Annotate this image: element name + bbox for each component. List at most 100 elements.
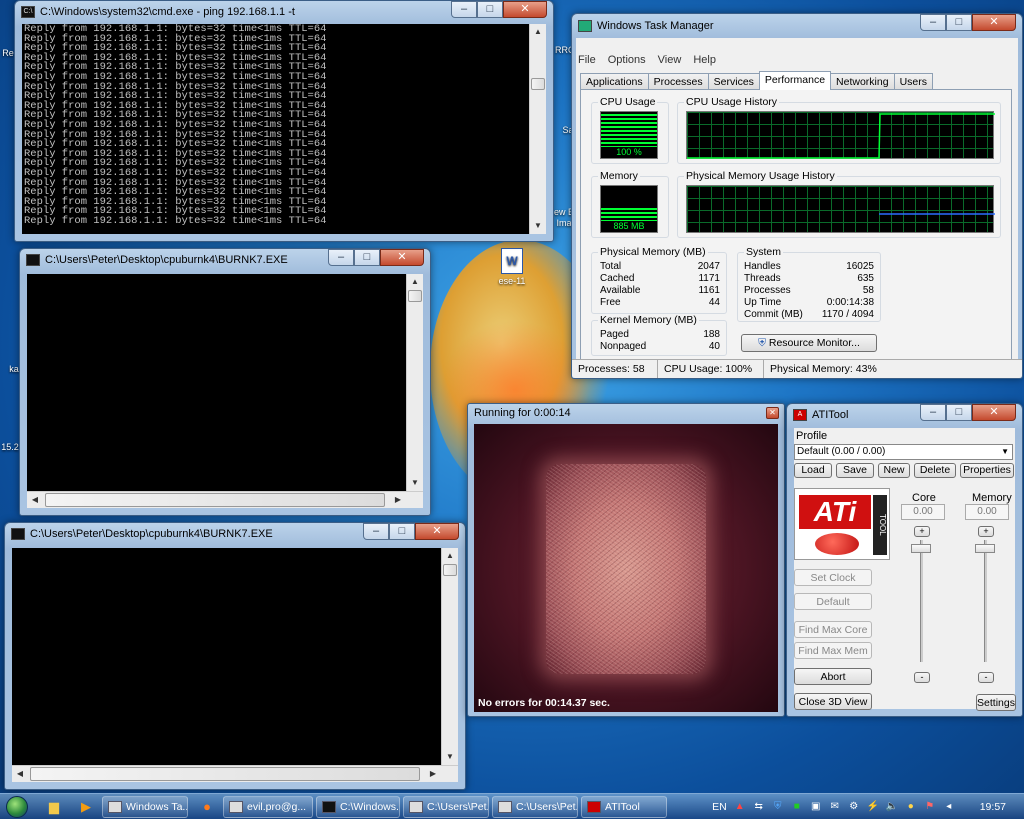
flag-icon[interactable]: ⚑ — [924, 801, 936, 813]
maximize-button[interactable]: □ — [946, 14, 972, 31]
memory-increase-button[interactable]: + — [978, 526, 994, 537]
shield-tray-icon[interactable]: ⛨ — [772, 801, 784, 813]
minimize-button[interactable]: ‒ — [920, 404, 946, 421]
chat-icon[interactable]: ✉ — [829, 801, 841, 813]
scroll-down-icon[interactable]: ▼ — [530, 218, 546, 234]
firefox-icon[interactable]: ● — [197, 797, 217, 817]
maximize-button[interactable]: □ — [477, 1, 503, 18]
notification-icon[interactable]: ● — [905, 801, 917, 813]
render-window[interactable]: Running for 0:00:14 ✕ No errors for 00:1… — [467, 403, 785, 717]
scrollbar-thumb[interactable] — [443, 564, 457, 576]
scroll-down-icon[interactable]: ▼ — [407, 475, 423, 491]
settings-button[interactable]: Settings — [976, 694, 1016, 711]
scroll-left-icon[interactable]: ◀ — [12, 766, 28, 782]
atitool-window[interactable]: A ATITool ‒ □ ✕ Profile Default (0.00 / … — [786, 403, 1023, 717]
find-max-mem-button[interactable]: Find Max Mem — [794, 642, 872, 659]
taskbar-item-task-manager[interactable]: Windows Ta... — [102, 795, 188, 818]
desktop-icon-top-left[interactable]: Re — [2, 48, 14, 58]
vertical-scrollbar[interactable]: ▲ ▼ — [529, 24, 546, 234]
sync-icon[interactable]: ⇆ — [753, 801, 765, 813]
scroll-down-icon[interactable]: ▼ — [442, 749, 458, 765]
memory-slider-track[interactable] — [984, 540, 987, 662]
close-button[interactable]: ✕ — [415, 523, 459, 540]
green-status-icon[interactable]: ■ — [791, 801, 803, 813]
scrollbar-thumb[interactable] — [531, 78, 545, 90]
cmd-window[interactable]: C:\ C:\Windows\system32\cmd.exe - ping 1… — [14, 0, 554, 242]
menu-help[interactable]: Help — [693, 54, 716, 66]
minimize-button[interactable]: ‒ — [328, 249, 354, 266]
task-manager-window[interactable]: Windows Task Manager ‒ □ ✕ File Options … — [571, 13, 1023, 379]
memory-decrease-button[interactable]: - — [978, 672, 994, 683]
menu-file[interactable]: File — [578, 54, 596, 66]
memory-clock-field[interactable]: 0.00 — [965, 504, 1009, 520]
burnk7-window-1[interactable]: C:\Users\Peter\Desktop\cpuburnk4\BURNK7.… — [19, 248, 431, 516]
tab-users[interactable]: Users — [893, 73, 933, 90]
core-decrease-button[interactable]: - — [914, 672, 930, 683]
menu-options[interactable]: Options — [608, 54, 646, 66]
burnk7-console[interactable]: ▲ ▼ ◀ ▶ — [12, 548, 458, 782]
speaker-mute-icon[interactable]: ◂ — [943, 801, 955, 813]
menu-view[interactable]: View — [658, 54, 682, 66]
taskbar-item-atitool[interactable]: ATITool — [581, 795, 667, 818]
profile-select[interactable]: Default (0.00 / 0.00) ▼ — [794, 444, 1013, 460]
delete-button[interactable]: Delete — [914, 463, 956, 478]
tab-networking[interactable]: Networking — [830, 73, 895, 90]
vertical-scrollbar[interactable]: ▲ ▼ — [406, 274, 423, 491]
minimize-button[interactable]: ‒ — [920, 14, 946, 31]
save-button[interactable]: Save — [836, 463, 874, 478]
media-player-icon[interactable]: ▶ — [76, 797, 96, 817]
network-icon[interactable]: ▣ — [810, 801, 822, 813]
taskbar-item-burnk7-1[interactable]: C:\Users\Pet... — [403, 795, 489, 818]
settings-tray-icon[interactable]: ⚙ — [848, 801, 860, 813]
core-slider-thumb[interactable] — [911, 544, 931, 553]
close-button[interactable]: ✕ — [503, 1, 547, 18]
scroll-up-icon[interactable]: ▲ — [442, 548, 458, 564]
close-button[interactable]: ✕ — [766, 407, 779, 419]
scroll-up-icon[interactable]: ▲ — [407, 274, 423, 290]
close-button[interactable]: ✕ — [972, 14, 1016, 31]
vertical-scrollbar[interactable]: ▲ ▼ — [441, 548, 458, 765]
scroll-right-icon[interactable]: ▶ — [425, 766, 441, 782]
scrollbar-thumb[interactable] — [30, 767, 420, 781]
close-button[interactable]: ✕ — [380, 249, 424, 266]
language-indicator[interactable]: EN — [712, 801, 727, 813]
start-button[interactable] — [0, 794, 34, 819]
horizontal-scrollbar[interactable]: ◀ ▶ — [27, 491, 423, 508]
close-3d-view-button[interactable]: Close 3D View — [794, 693, 872, 710]
taskbar-item-cmd[interactable]: C:\Windows... — [316, 795, 400, 818]
memory-slider-thumb[interactable] — [975, 544, 995, 553]
find-max-core-button[interactable]: Find Max Core — [794, 621, 872, 638]
scroll-up-icon[interactable]: ▲ — [530, 24, 546, 40]
default-button[interactable]: Default — [794, 593, 872, 610]
new-button[interactable]: New — [878, 463, 910, 478]
volume-icon[interactable]: 🔈 — [886, 801, 898, 813]
explorer-icon[interactable]: ▆ — [44, 797, 64, 817]
tab-processes[interactable]: Processes — [647, 73, 709, 90]
tab-performance[interactable]: Performance — [758, 71, 832, 90]
scroll-left-icon[interactable]: ◀ — [27, 492, 43, 508]
scrollbar-thumb[interactable] — [408, 290, 422, 302]
minimize-button[interactable]: ‒ — [451, 1, 477, 18]
tab-services[interactable]: Services — [707, 73, 760, 90]
maximize-button[interactable]: □ — [389, 523, 415, 540]
core-increase-button[interactable]: + — [914, 526, 930, 537]
resource-monitor-button[interactable]: ⛨ Resource Monitor... — [741, 334, 877, 352]
close-button[interactable]: ✕ — [972, 404, 1016, 421]
taskbar-item-email[interactable]: evil.pro@g... — [223, 795, 313, 818]
horizontal-scrollbar[interactable]: ◀ ▶ — [12, 765, 458, 782]
minimize-button[interactable]: ‒ — [363, 523, 389, 540]
properties-button[interactable]: Properties — [960, 463, 1014, 478]
maximize-button[interactable]: □ — [354, 249, 380, 266]
load-button[interactable]: Load — [794, 463, 832, 478]
scrollbar-thumb[interactable] — [45, 493, 385, 507]
desktop-icon-left1[interactable]: 15.2 — [0, 442, 20, 452]
cmd-console[interactable]: Reply from 192.168.1.1: bytes=32 time<1m… — [22, 24, 546, 234]
core-clock-field[interactable]: 0.00 — [901, 504, 945, 520]
scroll-right-icon[interactable]: ▶ — [390, 492, 406, 508]
burnk7-window-2[interactable]: C:\Users\Peter\Desktop\cpuburnk4\BURNK7.… — [4, 522, 466, 790]
tab-applications[interactable]: Applications — [580, 73, 649, 90]
desktop-icon-ese11[interactable]: W ese-11 — [490, 248, 534, 286]
set-clock-button[interactable]: Set Clock — [794, 569, 872, 586]
burnk7-console[interactable]: ▲ ▼ ◀ ▶ — [27, 274, 423, 508]
clock[interactable]: 19:57 — [980, 801, 1006, 813]
